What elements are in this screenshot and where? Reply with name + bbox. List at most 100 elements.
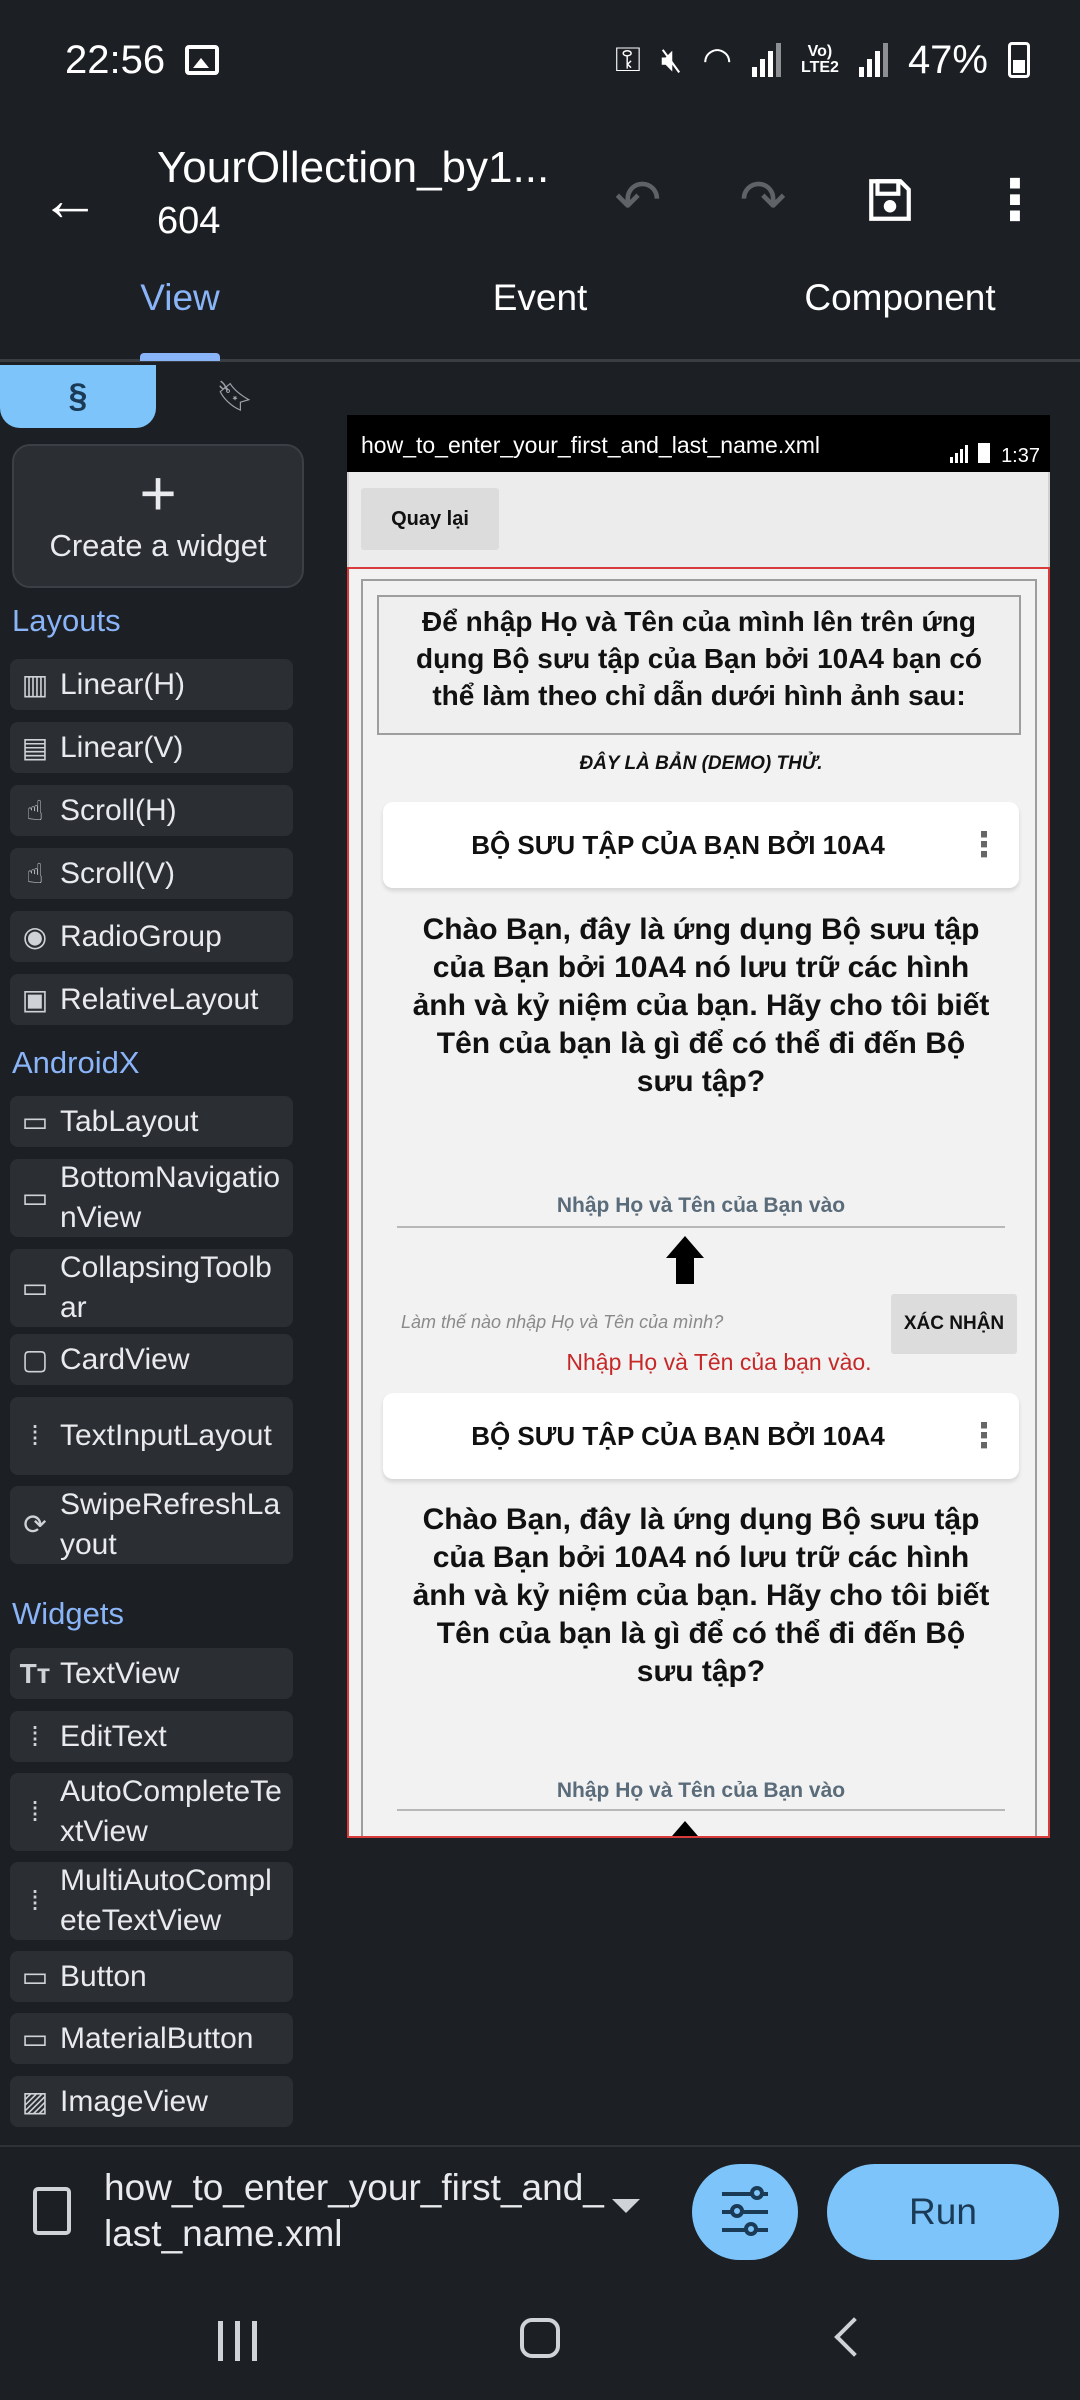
palette-widgets-tab-icon[interactable]: §: [0, 365, 156, 428]
palette-item-autocompletetextview[interactable]: ⁞ AutoCompleteTextView: [10, 1773, 293, 1851]
palette-tabs: § 🔖︎: [0, 365, 340, 428]
scroll-h-icon: ☝: [26, 794, 44, 826]
layout-preview[interactable]: how_to_enter_your_first_and_last_name.xm…: [347, 415, 1050, 1838]
vpn-key-icon: ⚿: [615, 40, 641, 79]
collapsing-toolbar-icon: ▭: [21, 1272, 49, 1303]
palette-item-scroll-h[interactable]: ☝ Scroll(H): [10, 785, 293, 836]
autocomplete-icon: ⁞: [31, 1796, 39, 1827]
settings-tune-button[interactable]: [692, 2164, 798, 2260]
card-header-2: BỘ SƯU TẬP CỦA BẠN BỞI 10A4 ⋮: [383, 1393, 1019, 1479]
run-button[interactable]: Run: [827, 2164, 1059, 2260]
palette-item-textinputlayout[interactable]: ⁞ TextInputLayout: [10, 1397, 293, 1475]
tab-event[interactable]: Event: [360, 250, 720, 359]
chevron-down-icon[interactable]: [612, 2199, 640, 2213]
palette-item-scroll-v[interactable]: ☝ Scroll(V): [10, 848, 293, 899]
palette-item-bottomnavigationview[interactable]: ▭ BottomNavigationView: [10, 1159, 293, 1237]
palette-item-linear-h[interactable]: ▥ Linear(H): [10, 659, 293, 710]
name-input-hint-2[interactable]: Nhập Họ và Tên của Bạn vào: [383, 1779, 1019, 1803]
image-view-icon: ▨: [21, 2085, 49, 2117]
scroll-v-icon: ☝: [26, 857, 44, 889]
palette-item-swiperefreshlayout[interactable]: ⟳ SwipeRefreshLayout: [10, 1486, 293, 1564]
tab-view[interactable]: View: [0, 250, 360, 361]
bottom-nav-icon: ▭: [21, 1182, 49, 1213]
section-widgets: Widgets: [12, 1596, 124, 1631]
text-view-icon: Tт: [19, 1657, 51, 1689]
palette-item-imageview[interactable]: ▨ ImageView: [10, 2076, 293, 2127]
error-message: Nhập Họ và Tên của bạn vào.: [566, 1349, 872, 1375]
plus-icon: +: [139, 457, 177, 529]
card-view-icon: ▢: [21, 1343, 49, 1375]
home-icon[interactable]: [520, 2318, 560, 2358]
name-input-underline-2: [397, 1809, 1005, 1811]
preview-status-bar: how_to_enter_your_first_and_last_name.xm…: [347, 415, 1050, 472]
tab-component[interactable]: Component: [720, 250, 1080, 359]
refresh-icon: ⟳: [23, 1509, 47, 1540]
create-widget-button[interactable]: + Create a widget: [12, 444, 304, 588]
palette-item-relativelayout[interactable]: ▣ RelativeLayout: [10, 974, 293, 1025]
relative-layout-icon: ▣: [21, 983, 49, 1015]
multi-autocomplete-icon: ⁞: [31, 1885, 39, 1916]
back-arrow-icon[interactable]: ←: [40, 160, 110, 240]
nav-back-icon[interactable]: [834, 2317, 874, 2357]
card-message: Chào Bạn, đây là ứng dụng Bộ sưu tập của…: [412, 913, 990, 1098]
palette-item-tablayout[interactable]: ▭ TabLayout: [10, 1096, 293, 1147]
card-title-2: BỘ SƯU TẬP CỦA BẠN BỞI 10A4: [471, 1421, 885, 1451]
content-linear-layout: Để nhập Họ và Tên của mình lên trên ứng …: [361, 579, 1037, 1836]
how-to-enter-link[interactable]: Làm thế nào nhập Họ và Tên của mình?: [401, 1312, 723, 1333]
intro-text: Để nhập Họ và Tên của mình lên trên ứng …: [377, 595, 1021, 735]
preview-battery-icon: [978, 443, 990, 463]
editor-tabs: View Event Component: [0, 250, 1080, 362]
create-widget-label: Create a widget: [49, 528, 267, 563]
battery-percent: 47%: [907, 37, 988, 82]
file-icon: [33, 2187, 71, 2235]
bottom-bar: how_to_enter_your_first_and_last_name.xm…: [0, 2145, 1080, 2275]
text-input-layout-icon: ⁞: [31, 1420, 39, 1451]
palette-item-multiautocompletetextview[interactable]: ⁞ MultiAutoCompleteTextView: [10, 1862, 293, 1940]
linear-v-icon: ▤: [21, 731, 49, 763]
palette-item-button[interactable]: ▭ Button: [10, 1951, 293, 2002]
card-more-icon[interactable]: ⋮: [967, 820, 1001, 870]
name-input-underline: [397, 1226, 1005, 1228]
current-file-selector[interactable]: how_to_enter_your_first_and_last_name.xm…: [104, 2165, 604, 2257]
mute-icon: 🔇︎: [660, 40, 683, 79]
card-message-2: Chào Bạn, đây là ứng dụng Bộ sưu tập của…: [412, 1503, 990, 1688]
name-input-hint[interactable]: Nhập Họ và Tên của Bạn vào: [383, 1194, 1019, 1218]
battery-icon: [1008, 42, 1030, 78]
more-vert-icon[interactable]: ⋮: [980, 160, 1050, 240]
section-androidx: AndroidX: [12, 1045, 140, 1080]
material-button-icon: ▭: [21, 2022, 49, 2054]
project-title: YourOllection_by1...: [157, 143, 550, 192]
card-header: BỘ SƯU TẬP CỦA BẠN BỞI 10A4 ⋮: [383, 802, 1019, 888]
palette-item-linear-v[interactable]: ▤ Linear(V): [10, 722, 293, 773]
palette-item-materialbutton[interactable]: ▭ MaterialButton: [10, 2013, 293, 2064]
signal-icon: [752, 43, 781, 77]
status-time: 22:56: [65, 37, 166, 82]
preview-time: 1:37: [1001, 445, 1040, 467]
recent-apps-icon[interactable]: [218, 2321, 258, 2361]
card-title: BỘ SƯU TẬP CỦA BẠN BỞI 10A4: [471, 830, 885, 860]
status-bar: 22:56 ⚿ 🔇︎ ◠ Vo) LTE2 47%: [0, 0, 1080, 120]
preview-signal-icon: [950, 445, 968, 463]
system-nav-bar: [0, 2275, 1080, 2400]
palette-item-textview[interactable]: Tт TextView: [10, 1648, 293, 1699]
redo-icon[interactable]: ↷: [728, 160, 798, 240]
section-layouts: Layouts: [12, 603, 121, 638]
linear-h-icon: ▥: [21, 668, 49, 700]
confirm-button[interactable]: XÁC NHẬN: [891, 1294, 1017, 1354]
preview-toolbar: Quay lại: [347, 472, 1050, 567]
palette-item-radiogroup[interactable]: ◉ RadioGroup: [10, 911, 293, 962]
scroll-container[interactable]: Để nhập Họ và Tên của mình lên trên ứng …: [347, 567, 1050, 1838]
demo-note: ĐÂY LÀ BẢN (DEMO) THỬ.: [579, 753, 823, 774]
palette-item-collapsingtoolbar[interactable]: ▭ CollapsingToolbar: [10, 1249, 293, 1327]
undo-icon[interactable]: ↶: [603, 160, 673, 240]
signal-2-icon: [858, 43, 888, 77]
palette-item-cardview[interactable]: ▢ CardView: [10, 1334, 293, 1385]
network-type-label: Vo) LTE2: [801, 43, 839, 76]
back-button[interactable]: Quay lại: [361, 488, 499, 550]
card-more-icon-2[interactable]: ⋮: [967, 1411, 1001, 1461]
bookmark-icon[interactable]: 🔖︎: [200, 365, 270, 428]
save-icon[interactable]: [855, 160, 925, 240]
radio-icon: ◉: [22, 920, 48, 952]
palette-item-edittext[interactable]: ⁞ EditText: [10, 1711, 293, 1762]
preview-file-title: how_to_enter_your_first_and_last_name.xm…: [361, 432, 820, 458]
